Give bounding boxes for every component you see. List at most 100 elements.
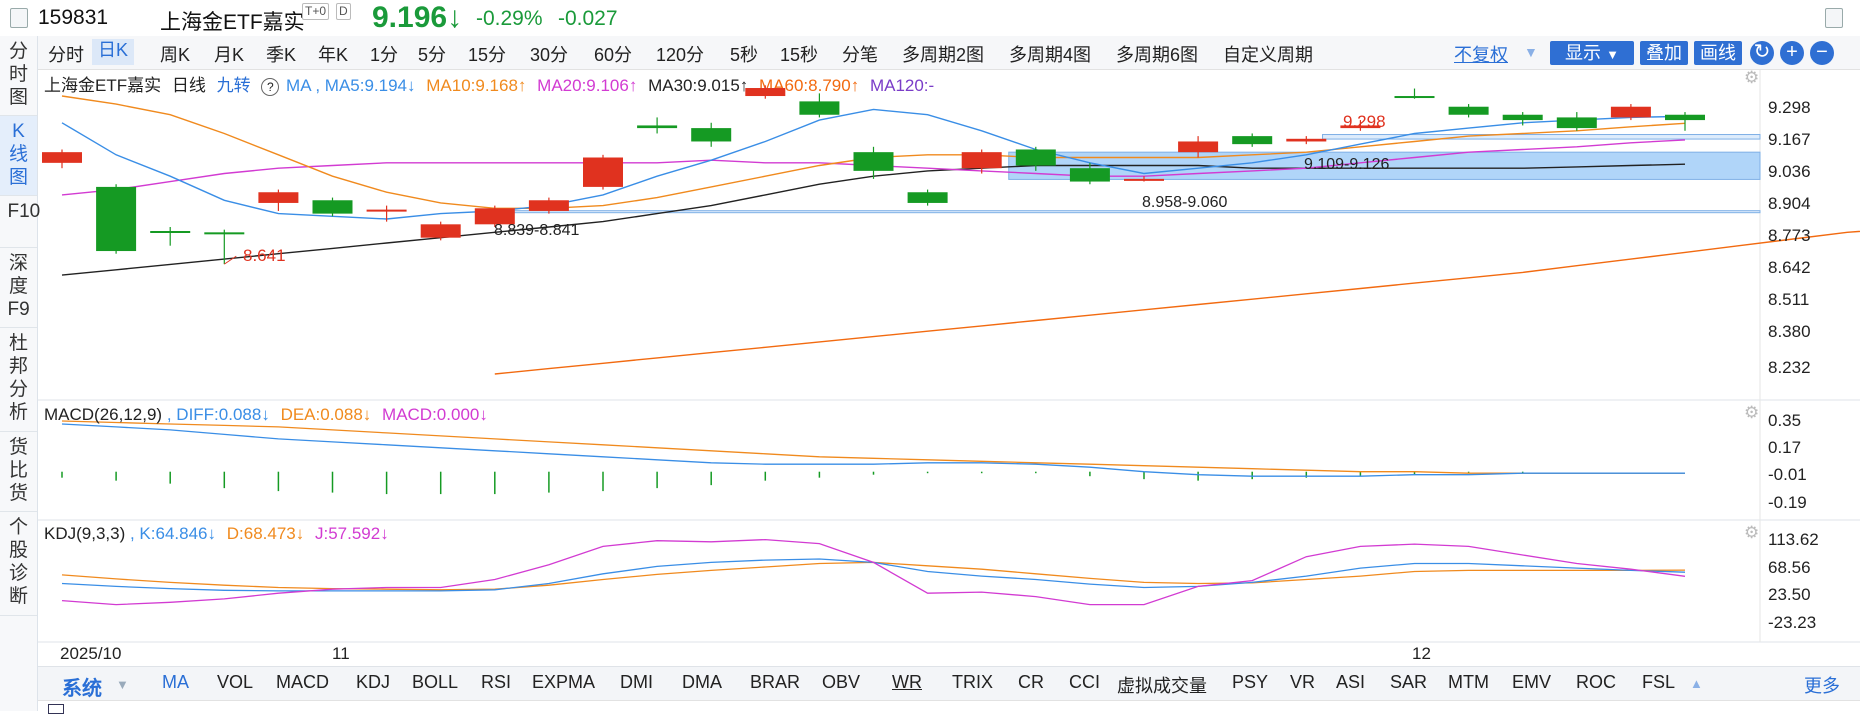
diff-line: [61, 423, 1685, 477]
kdj-title[interactable]: KDJ(9,3,3): [44, 524, 125, 543]
candle-body: [1394, 96, 1435, 99]
kdj-y-tick: 68.56: [1768, 558, 1811, 577]
candle-body: [1502, 114, 1543, 121]
candle-body: [853, 152, 894, 171]
scroll-up-icon[interactable]: ▲: [1690, 676, 1703, 691]
main-y-tick: 9.298: [1768, 98, 1811, 117]
indicator-boll[interactable]: BOLL: [412, 672, 458, 693]
candle-body: [150, 231, 191, 233]
indicator-obv[interactable]: OBV: [822, 672, 860, 693]
candle-body: [1556, 117, 1597, 129]
macd-y-tick: -0.01: [1768, 465, 1807, 484]
system-indicator-menu[interactable]: 系统: [62, 672, 102, 701]
indicator-vol[interactable]: VOL: [217, 672, 253, 693]
indicator-fsl[interactable]: FSL: [1642, 672, 1675, 693]
candle-body: [1015, 149, 1056, 166]
date-tick: 12: [1412, 644, 1431, 663]
indicator-emv[interactable]: EMV: [1512, 672, 1551, 693]
indicator-psy[interactable]: PSY: [1232, 672, 1268, 693]
indicator-cci[interactable]: CCI: [1069, 672, 1100, 693]
macd-y-tick: 0.17: [1768, 438, 1802, 457]
macd-title[interactable]: MACD(26,12,9): [44, 405, 162, 424]
candle-body: [1124, 178, 1164, 181]
candle-body: [583, 157, 623, 187]
candle-body: [907, 192, 948, 203]
checkbox-icon[interactable]: [48, 704, 64, 714]
main-y-tick: 8.904: [1768, 194, 1811, 213]
kdj-y-tick: 113.62: [1768, 530, 1819, 549]
indicator-dmi[interactable]: DMI: [620, 672, 653, 693]
low-marker: [224, 255, 237, 265]
zone-label-3: 9.109-9.126: [1304, 156, 1390, 173]
candle-body: [312, 200, 353, 214]
candle-body: [961, 152, 1002, 169]
candle-body: [1610, 106, 1651, 118]
main-y-tick: 9.167: [1768, 130, 1811, 149]
indicator-bar: 系统 ▼ MA VOL MACD KDJ BOLL RSI EXPMA DMI …: [38, 666, 1860, 700]
bottom-strip: [38, 700, 1860, 714]
candle-body: [1178, 141, 1219, 153]
candle-body: [745, 88, 786, 97]
dea-line: [61, 420, 1685, 474]
indicator-brar[interactable]: BRAR: [750, 672, 800, 693]
candle-body: [42, 152, 82, 163]
kdj-j-line: [61, 538, 1686, 606]
indicator-cr[interactable]: CR: [1018, 672, 1044, 693]
kdj-j: J:57.592↓: [314, 524, 389, 543]
candle-body: [420, 224, 461, 238]
candle-body: [1448, 106, 1489, 115]
more-indicators-button[interactable]: 更多: [1804, 672, 1840, 698]
main-y-tick: 8.642: [1768, 258, 1811, 277]
main-y-tick: 8.232: [1768, 358, 1811, 377]
indicator-ma[interactable]: MA: [162, 672, 189, 693]
main-y-tick: 8.773: [1768, 226, 1811, 245]
kdj-y-tick: 23.50: [1768, 585, 1811, 604]
kdj-k: , K:64.846↓: [129, 524, 216, 543]
indicator-macd[interactable]: MACD: [276, 672, 329, 693]
macd-legend: MACD(26,12,9) , DIFF:0.088↓ DEA:0.088↓ M…: [44, 405, 494, 425]
chart-canvas: [38, 70, 1860, 643]
low-price-label: 8.641: [243, 246, 286, 265]
indicator-dma[interactable]: DMA: [682, 672, 722, 693]
indicator-mtm[interactable]: MTM: [1448, 672, 1489, 693]
macd-value: MACD:0.000↓: [382, 405, 488, 424]
indicator-sar[interactable]: SAR: [1390, 672, 1427, 693]
zone-label-1: 8.839-8.841: [494, 222, 580, 239]
macd-y-tick: -0.19: [1768, 493, 1807, 512]
indicator-roc[interactable]: ROC: [1576, 672, 1616, 693]
main-y-tick: 8.511: [1768, 290, 1810, 309]
kdj-legend: KDJ(9,3,3) , K:64.846↓ D:68.473↓ J:57.59…: [44, 524, 395, 544]
macd-y-tick: 0.35: [1768, 411, 1802, 430]
candle-body: [258, 192, 299, 203]
high-price-label: 9.298: [1343, 112, 1386, 131]
ma60-line: [494, 230, 1860, 375]
indicator-asi[interactable]: ASI: [1336, 672, 1365, 693]
indicator-vr[interactable]: VR: [1290, 672, 1315, 693]
candle-body: [528, 200, 569, 211]
indicator-wr[interactable]: WR: [892, 672, 922, 693]
candle-body: [366, 209, 407, 212]
macd-diff: , DIFF:0.088↓: [166, 405, 270, 424]
indicator-trix[interactable]: TRIX: [952, 672, 993, 693]
kdj-d: D:68.473↓: [226, 524, 305, 543]
date-tick: 2025/10: [60, 644, 122, 663]
kdj-settings-gear-icon[interactable]: ⚙: [1744, 524, 1760, 541]
candle-body: [799, 101, 840, 115]
kdj-d-line: [61, 561, 1686, 591]
kdj-y-tick: -23.23: [1768, 613, 1817, 632]
candle-body: [96, 186, 137, 252]
indicator-rsi[interactable]: RSI: [481, 672, 511, 693]
main-y-tick: 8.380: [1768, 322, 1811, 341]
system-chevron-icon[interactable]: ▼: [116, 677, 129, 692]
main-y-tick: 9.036: [1768, 162, 1811, 181]
candle-body: [1069, 168, 1110, 182]
kdj-k-line: [61, 558, 1686, 592]
candle-body: [637, 125, 678, 129]
macd-settings-gear-icon[interactable]: ⚙: [1744, 404, 1760, 421]
candle-body: [1665, 114, 1705, 121]
indicator-kdj[interactable]: KDJ: [356, 672, 390, 693]
macd-dea: DEA:0.088↓: [280, 405, 372, 424]
indicator-virtual-volume[interactable]: 虚拟成交量: [1117, 672, 1207, 698]
indicator-expma[interactable]: EXPMA: [532, 672, 595, 693]
candle-body: [204, 232, 245, 235]
